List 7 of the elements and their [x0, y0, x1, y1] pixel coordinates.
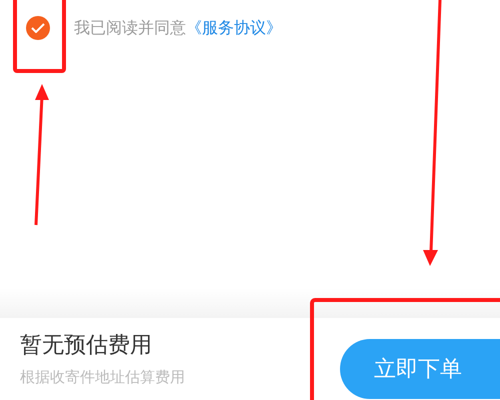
- check-icon: [31, 23, 45, 33]
- order-button[interactable]: 立即下单: [340, 339, 500, 399]
- agreement-text: 我已阅读并同意《服务协议》: [74, 17, 282, 39]
- fee-subtitle: 根据收寄件地址估算费用: [20, 367, 185, 388]
- fee-title: 暂无预估费用: [20, 332, 153, 360]
- checkbox[interactable]: [26, 16, 50, 40]
- service-agreement-link[interactable]: 《服务协议》: [186, 18, 282, 37]
